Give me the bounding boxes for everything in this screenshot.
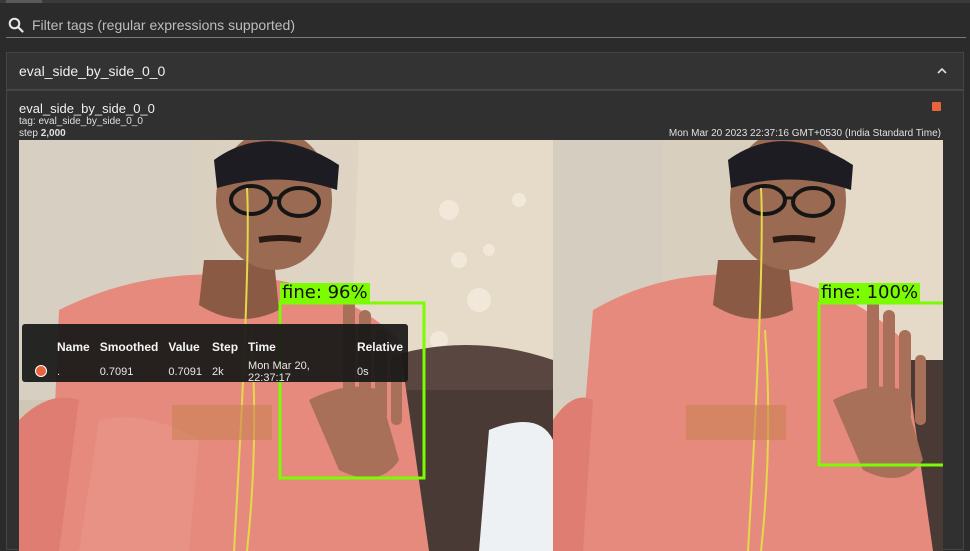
- left-detection-label: fine: 96%: [280, 282, 370, 303]
- top-tab-bar: [0, 0, 970, 3]
- tooltip-header-time: Time: [248, 340, 276, 354]
- right-photo: fine: 100%: [553, 140, 943, 551]
- tooltip-header-name: Name: [57, 340, 90, 354]
- tooltip-header-smoothed: Smoothed: [99, 340, 159, 354]
- card-title: eval_side_by_side_0_0: [19, 101, 155, 116]
- run-color-swatch[interactable]: [932, 102, 941, 111]
- tooltip-smoothed: 0.7091: [99, 366, 134, 378]
- tooltip-row: . 0.7091 0.7091 2k Mon Mar 20, 22:37:17 …: [30, 356, 408, 388]
- step-prefix: step: [19, 128, 41, 139]
- tooltip-name: .: [57, 366, 61, 378]
- tooltip-table: Name Smoothed Value Step Time Relative .…: [30, 338, 408, 388]
- tooltip-relative: 0s: [356, 366, 369, 378]
- image-card: eval_side_by_side_0_0 tag: eval_side_by_…: [6, 90, 964, 551]
- tooltip-run-dot-cell: [30, 356, 52, 388]
- tag-filter: [6, 13, 966, 38]
- tooltip-value: 0.7091: [168, 366, 203, 378]
- tooltip-step: 2k: [212, 366, 224, 378]
- tooltip-header-relative: Relative: [356, 340, 403, 354]
- step-value: 2,000: [40, 128, 66, 139]
- card-timestamp: Mon Mar 20 2023 22:37:16 GMT+0530 (India…: [668, 128, 941, 139]
- tooltip-header-value: Value: [168, 340, 200, 354]
- card-tag: tag: eval_side_by_side_0_0: [19, 116, 143, 127]
- tooltip-header-color: [30, 338, 52, 356]
- tooltip-header-row: Name Smoothed Value Step Time Relative: [30, 338, 408, 356]
- scalar-tooltip: Name Smoothed Value Step Time Relative .…: [22, 324, 408, 384]
- right-detection-label: fine: 100%: [819, 282, 921, 303]
- search-icon: [8, 17, 24, 33]
- tag-group-header[interactable]: eval_side_by_side_0_0: [6, 52, 964, 90]
- card-step: step 2,000: [19, 128, 66, 139]
- tooltip-time: Mon Mar 20, 22:37:17: [248, 360, 310, 384]
- tag-group-title: eval_side_by_side_0_0: [19, 63, 166, 79]
- tag-filter-input[interactable]: [30, 13, 954, 37]
- active-tab-indicator: [6, 0, 42, 3]
- tooltip-header-step: Step: [212, 340, 239, 354]
- chevron-up-icon[interactable]: [935, 64, 949, 78]
- run-color-dot: [35, 364, 47, 377]
